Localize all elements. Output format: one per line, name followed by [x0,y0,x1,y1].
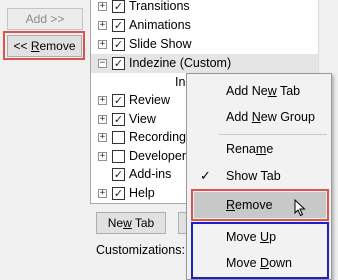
checkbox-unchecked[interactable] [112,150,125,163]
menu-item-move-up-post: p [269,230,277,244]
remove-button-label-post: emove [39,39,76,53]
checkbox-checked[interactable]: ✓ [112,168,125,181]
menu-item-move-down-accel: D [260,256,270,270]
menu-item-add-new-tab[interactable]: Add New Tab [187,78,331,104]
remove-button-label-accel: R [30,39,40,53]
tree-item-label: Transitions [129,0,190,13]
tree-item[interactable]: + ✓ Transitions [91,0,327,16]
checkbox-checked[interactable]: ✓ [112,19,125,32]
tree-item-label: Add-ins [129,167,172,181]
menu-item-rename-accel: m [255,142,267,156]
menu-item-remove-accel: R [226,198,236,212]
checkbox-checked[interactable]: ✓ [112,57,125,70]
check-icon: ✓ [113,0,124,13]
check-icon: ✓ [113,19,124,32]
new-tab-label-post: Tab [131,216,155,230]
checkbox-checked[interactable]: ✓ [112,113,125,126]
tree-item[interactable]: − ✓ Indezine (Custom) [91,54,327,73]
menu-item-add-new-group-accel: N [251,110,261,124]
checkbox-checked[interactable]: ✓ [112,0,125,13]
menu-item-show-tab[interactable]: ✓ Show Tab [187,163,331,189]
expand-icon[interactable]: + [98,189,107,198]
checkbox-checked[interactable]: ✓ [112,38,125,51]
new-tab-label-pre: Ne [107,216,124,230]
expand-icon[interactable]: + [98,152,107,161]
tree-item-label: View [129,112,156,126]
menu-item-add-new-group-pre: Add [226,110,252,124]
mouse-cursor-icon [294,199,306,217]
menu-item-remove[interactable]: Remove [194,192,326,218]
check-icon: ✓ [113,168,124,181]
tree-item-label: Help [129,186,155,200]
menu-item-add-new-tab-post: Tab [276,84,301,98]
tree-item-label: Developer [129,149,186,163]
tree-item-label: Slide Show [129,37,192,51]
tree-item[interactable]: + ✓ Animations [91,16,327,35]
customizations-label: Customizations: [96,243,185,257]
menu-item-rename-pre: Rena [226,142,256,156]
menu-item-add-new-group[interactable]: Add New Group [187,104,331,130]
expand-icon[interactable]: + [98,21,107,30]
check-icon: ✓ [113,113,124,126]
checkbox-unchecked[interactable] [112,131,125,144]
collapse-icon[interactable]: − [98,59,107,68]
tree-item[interactable]: + ✓ Slide Show [91,35,327,54]
check-icon: ✓ [113,187,124,200]
menu-item-add-new-group-post: ew Group [260,110,315,124]
menu-item-move-up[interactable]: Move Up [187,224,331,250]
expand-icon[interactable]: + [98,96,107,105]
menu-item-add-new-tab-accel: w [267,84,277,98]
tree-item-label: Review [129,93,170,107]
menu-item-move-up-pre: Move [226,230,261,244]
check-icon: ✓ [113,38,124,51]
menu-item-move-down[interactable]: Move Down [187,250,331,276]
menu-item-add-new-tab-pre: Add Ne [226,84,268,98]
tree-item-label: Indezine (Custom) [129,56,232,70]
expand-icon[interactable]: + [98,115,107,124]
new-tab-label-accel: w [123,216,132,230]
remove-button-label-pre: << [13,39,31,53]
menu-item-show-tab-label: Show Tab [226,169,281,183]
menu-separator [219,134,327,135]
remove-button[interactable]: << Remove [7,35,82,57]
expand-icon[interactable]: + [98,2,107,11]
tree-item-label: Recording [129,130,186,144]
menu-item-move-down-post: own [269,256,293,270]
menu-item-move-down-pre: Move [226,256,261,270]
checkbox-checked[interactable]: ✓ [112,94,125,107]
menu-item-move-up-accel: U [260,230,270,244]
new-tab-button[interactable]: Ne w Tab [96,212,166,234]
checkmark-icon: ✓ [200,168,211,184]
context-menu: Add New Tab Add New Group Rename ✓ Show … [186,73,332,280]
expand-icon[interactable]: + [98,133,107,142]
check-icon: ✓ [113,94,124,107]
menu-item-rename-post: e [266,142,274,156]
menu-item-remove-post: emove [235,198,273,212]
tree-item-label: Animations [129,18,191,32]
expand-icon[interactable]: + [98,40,107,49]
check-icon: ✓ [113,57,124,70]
checkbox-checked[interactable]: ✓ [112,187,125,200]
add-button[interactable]: Add >> [7,8,83,30]
add-button-label-pre: Add >> [25,12,65,26]
menu-item-rename[interactable]: Rename [187,136,331,162]
